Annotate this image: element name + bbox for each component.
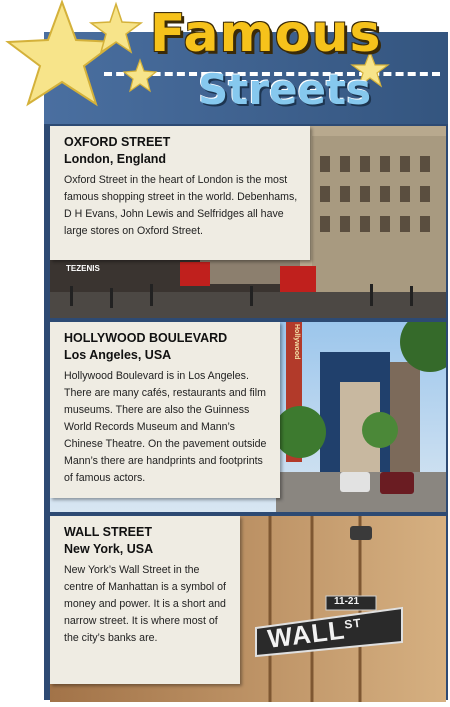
wall-sign-suffix: ST [343,615,363,632]
section-body: Hollywood Boulevard is in Los Angeles. T… [64,370,267,484]
section-wall-street: 11-21 WALLST WALL STREET New York, USA N… [50,516,446,702]
hollywood-boulevard-card: HOLLYWOOD BOULEVARD Los Angeles, USA Hol… [50,322,280,498]
section-hollywood-boulevard: Hollywood HOLLYWOOD BOULEVARD Los Angele… [50,322,446,512]
section-body: New York’s Wall Street in the centre of … [64,564,226,644]
wall-street-card: WALL STREET New York, USA New York’s Wal… [50,516,240,684]
section-oxford-street: TEZENIS OXFORD STREET London, England Ox… [50,126,446,318]
star-icon [122,58,158,93]
hollywood-sign: Hollywood [293,324,300,360]
section-location: London, England [64,152,167,166]
section-heading: HOLLYWOOD BOULEVARD [64,331,228,345]
section-heading: WALL STREET [64,525,152,539]
section-location: Los Angeles, USA [64,348,172,362]
page-title-line2: Streets [198,65,372,114]
store-sign: TEZENIS [66,264,100,273]
section-heading: OXFORD STREET [64,135,171,149]
section-location: New York, USA [64,542,154,556]
star-icon [5,0,119,107]
oxford-street-card: OXFORD STREET London, England Oxford Str… [50,126,310,260]
street-number: 11-21 [334,596,360,607]
section-body: Oxford Street in the heart of London is … [64,174,298,237]
page-title-line1: Famous [150,4,382,64]
